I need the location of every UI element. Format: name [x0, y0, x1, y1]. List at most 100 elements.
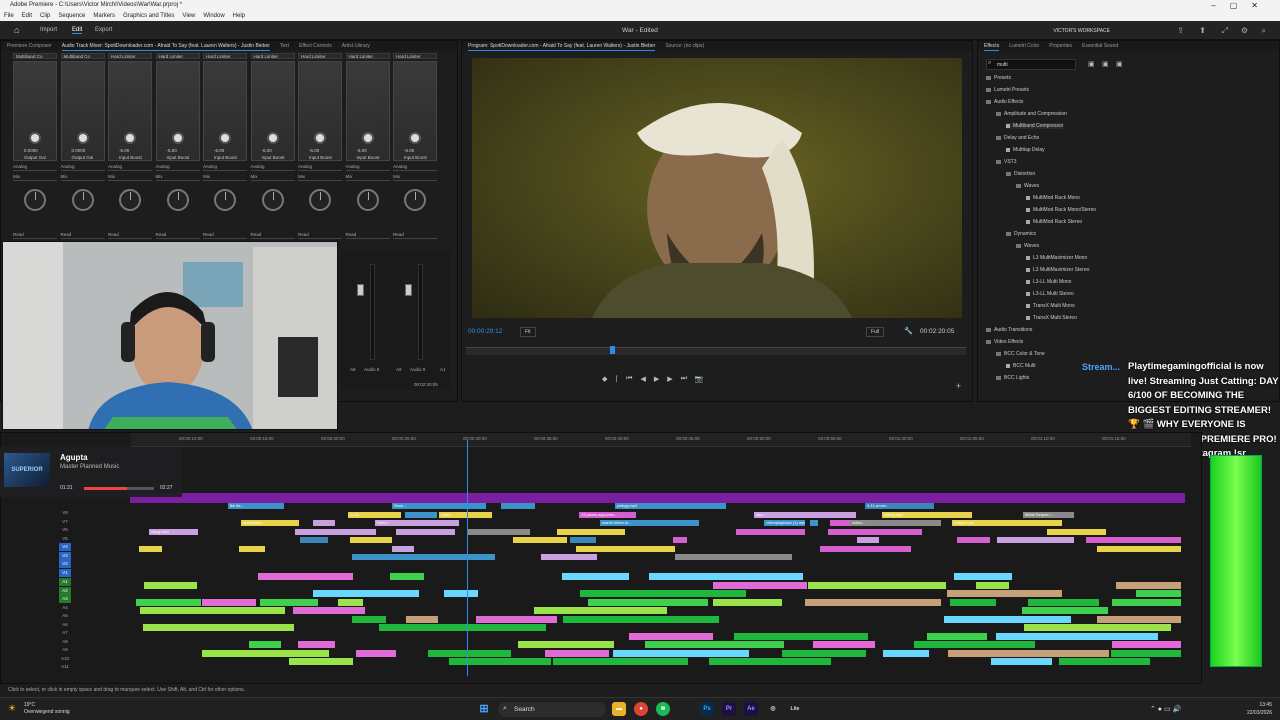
- menu-item-clip[interactable]: Clip: [40, 11, 50, 21]
- mix-dropdown[interactable]: Mix: [13, 173, 57, 181]
- pan-knob[interactable]: [356, 189, 379, 211]
- fader-a9[interactable]: [405, 284, 412, 296]
- audio-clip[interactable]: [943, 615, 1071, 623]
- fx-slot[interactable]: Hard Limiter: [155, 53, 200, 59]
- audio-clip[interactable]: [948, 649, 1110, 657]
- timeline-playhead[interactable]: [467, 440, 468, 676]
- audio-clip[interactable]: [926, 632, 988, 640]
- automation-mode-dropdown[interactable]: Read: [108, 231, 152, 239]
- effects-tree-item[interactable]: BCC Color & Tone: [996, 351, 1045, 357]
- video-track-header[interactable]: V7: [1, 518, 129, 526]
- video-clip[interactable]: [404, 511, 438, 518]
- step-back-icon[interactable]: ⏮: [626, 375, 632, 383]
- audio-clip[interactable]: [1110, 649, 1181, 657]
- frame-forward-icon[interactable]: ▶: [667, 375, 672, 383]
- audio-clip[interactable]: [649, 573, 804, 580]
- automation-mode-dropdown[interactable]: Read: [13, 231, 57, 239]
- audio-clip[interactable]: [588, 598, 708, 606]
- effects-tree-item[interactable]: L3 MultiMaximizer Mono: [1026, 255, 1087, 261]
- audio-clip[interactable]: [293, 607, 365, 614]
- fx-knob[interactable]: [409, 132, 421, 144]
- audio-clip[interactable]: [544, 649, 609, 657]
- audio-clip[interactable]: [552, 658, 688, 665]
- track-id[interactable]: A8: [59, 638, 71, 646]
- pan-knob[interactable]: [119, 189, 141, 211]
- automation-mode-dropdown[interactable]: Read: [345, 231, 390, 239]
- fx-knob[interactable]: [361, 132, 374, 144]
- audio-track-header[interactable]: A8: [1, 638, 129, 646]
- pan-knob[interactable]: [261, 189, 284, 211]
- video-clip[interactable]: [352, 554, 434, 560]
- audio-clip[interactable]: [644, 641, 785, 648]
- audio-clip[interactable]: [338, 598, 363, 606]
- program-video-frame[interactable]: [472, 58, 962, 318]
- send-dropdown[interactable]: Analog: [345, 163, 390, 171]
- audio-clip[interactable]: [950, 598, 997, 606]
- audio-clip[interactable]: [813, 641, 875, 648]
- effects-tree-item[interactable]: Audio Effects: [986, 99, 1023, 105]
- video-track-header[interactable]: V8: [1, 509, 129, 517]
- fx-knob[interactable]: [29, 132, 41, 144]
- video-clip[interactable]: Video..: [374, 520, 460, 526]
- taskbar-search[interactable]: Search: [498, 702, 606, 717]
- video-clip[interactable]: [956, 537, 991, 543]
- video-clip[interactable]: [501, 503, 535, 509]
- fx-knob[interactable]: [171, 132, 184, 144]
- audio-clip[interactable]: [913, 641, 1036, 648]
- track-id[interactable]: A2: [59, 586, 71, 595]
- effects-search-input[interactable]: multi: [986, 59, 1076, 70]
- audio-track-header[interactable]: A10: [1, 655, 129, 663]
- video-clip[interactable]: martin luther ki...: [599, 520, 700, 526]
- audio-clip[interactable]: [289, 658, 353, 665]
- effects-tree-item[interactable]: Dynamics: [1006, 231, 1036, 237]
- track-id[interactable]: V4: [59, 543, 71, 551]
- pan-knob[interactable]: [214, 189, 236, 211]
- share-icon[interactable]: ⇪: [1177, 26, 1184, 35]
- video-clip[interactable]: Rock...: [392, 503, 487, 509]
- audio-clip[interactable]: [996, 632, 1159, 640]
- effects-tree-item[interactable]: L3 MultiMaximizer Stereo: [1026, 267, 1089, 273]
- video-clip[interactable]: [735, 528, 805, 535]
- audio-clip[interactable]: [517, 641, 615, 648]
- obs-icon[interactable]: ◎: [766, 702, 780, 716]
- audio-clip[interactable]: [444, 590, 478, 597]
- track-id[interactable]: A4: [59, 604, 71, 612]
- audio-track-header[interactable]: A6: [1, 621, 129, 629]
- effects-tree-item[interactable]: MultiMod Rack Mono: [1026, 195, 1080, 201]
- video-clip[interactable]: [809, 520, 818, 526]
- weather-widget[interactable]: 19°C Overwiegend sonnig: [24, 702, 70, 716]
- play-icon[interactable]: ▶: [654, 375, 659, 383]
- track-id[interactable]: V5: [59, 535, 71, 543]
- clock[interactable]: 13:45 22/03/2026: [1247, 701, 1272, 717]
- menu-item-help[interactable]: Help: [233, 11, 245, 21]
- audio-clip[interactable]: [947, 590, 1063, 597]
- step-forward-icon[interactable]: ⏭: [681, 375, 687, 383]
- audio-clip[interactable]: [805, 598, 941, 606]
- audio-clip[interactable]: [883, 649, 930, 657]
- fx-slot[interactable]: Multiband Co: [13, 53, 57, 59]
- menu-item-window[interactable]: Window: [203, 11, 224, 21]
- mix-dropdown[interactable]: Mix: [108, 173, 152, 181]
- audio-clip[interactable]: [143, 581, 198, 589]
- mix-dropdown[interactable]: Mix: [298, 173, 342, 181]
- track-id[interactable]: V6: [59, 526, 71, 534]
- left-tab[interactable]: Audio Track Mixer: SpotiDownloader.com -…: [61, 41, 270, 51]
- video-clip[interactable]: [997, 537, 1075, 543]
- effects-tree-item[interactable]: Audio Transitions: [986, 327, 1032, 333]
- automation-mode-dropdown[interactable]: Read: [60, 231, 105, 239]
- effects-tree-item[interactable]: Lumetri Presets: [986, 87, 1029, 93]
- video-track-header[interactable]: V3: [1, 551, 129, 560]
- effects-tree-item[interactable]: Delay and Echo: [996, 135, 1039, 141]
- video-clip[interactable]: [674, 554, 793, 560]
- menu-item-markers[interactable]: Markers: [93, 11, 115, 21]
- spotify-icon[interactable]: ≋: [656, 702, 670, 716]
- audio-clip[interactable]: [953, 573, 1012, 580]
- audio-clip[interactable]: [782, 649, 866, 657]
- effects-tree-item[interactable]: Waves: [1016, 183, 1039, 189]
- video-track-header[interactable]: V2: [1, 560, 129, 568]
- system-tray-icons[interactable]: ⌃ ● ▭ 🔊: [1150, 705, 1181, 713]
- send-dropdown[interactable]: Analog: [203, 163, 247, 171]
- mix-dropdown[interactable]: Mix: [393, 173, 437, 181]
- video-clip[interactable]: [1046, 528, 1106, 535]
- track-id[interactable]: V1: [59, 568, 71, 577]
